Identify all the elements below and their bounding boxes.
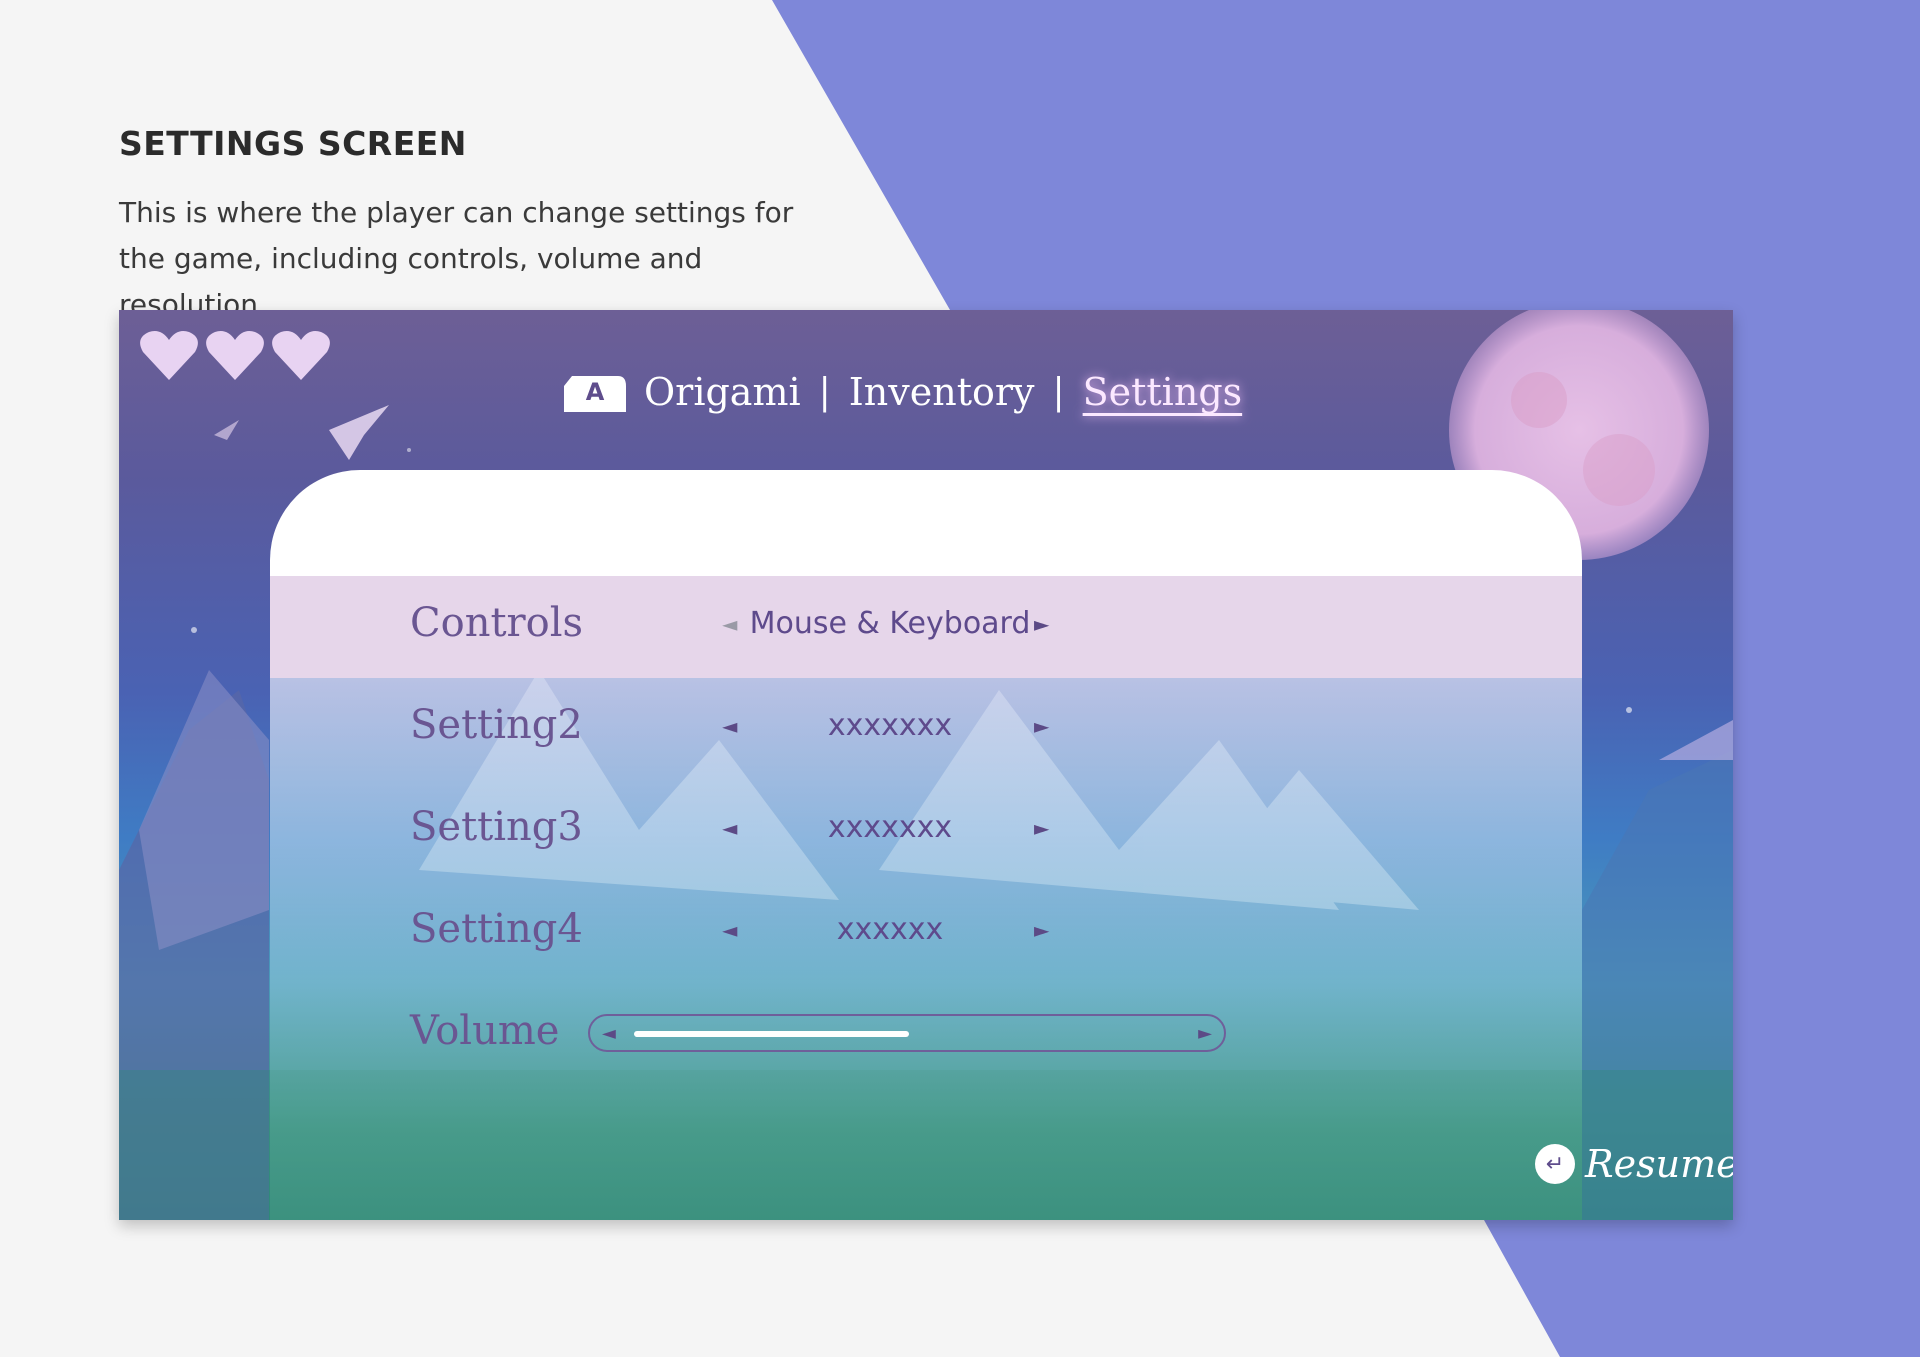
resume-label: Resume [1585, 1142, 1733, 1186]
setting-label: Setting3 [410, 804, 583, 850]
heart-icon [139, 328, 199, 382]
return-arrow-icon: ↵ [1535, 1144, 1575, 1184]
paper-crane [329, 405, 389, 460]
arrow-left-icon[interactable]: ◄ [722, 714, 737, 738]
arrow-right-icon[interactable]: ► [1034, 714, 1049, 738]
arrow-right-icon[interactable]: ► [1034, 612, 1049, 636]
arrow-left-icon[interactable]: ◄ [722, 918, 737, 942]
settings-panel: Controls ◄ Mouse & Keyboard ► Setting2 ◄… [270, 470, 1582, 1220]
resume-button[interactable]: ↵ Resume [1535, 1142, 1733, 1186]
setting-row-volume[interactable]: Volume ◄ ► [270, 984, 1582, 1086]
tab-settings[interactable]: Settings [1083, 370, 1243, 414]
setting-value: Mouse & Keyboard [749, 606, 1031, 641]
arrow-left-icon[interactable]: ◄ [722, 816, 737, 840]
setting-row-setting4[interactable]: Setting4 ◄ xxxxxx ► [270, 882, 1582, 984]
panel-header [270, 470, 1582, 576]
setting-value: xxxxxxx [827, 708, 953, 743]
arrow-left-icon[interactable]: ◄ [602, 1023, 616, 1044]
setting-label: Setting2 [410, 702, 583, 748]
setting-value: xxxxxxx [827, 810, 953, 845]
setting-label: Volume [410, 1008, 560, 1054]
game-screen: A Origami | Inventory | Settings Control… [119, 310, 1733, 1220]
page-title: SETTINGS SCREEN [119, 124, 467, 163]
a-button-badge: A [564, 372, 626, 412]
arrow-right-icon[interactable]: ► [1034, 918, 1049, 942]
setting-row-controls[interactable]: Controls ◄ Mouse & Keyboard ► [270, 576, 1582, 678]
heart-icon [205, 328, 265, 382]
arrow-right-icon[interactable]: ► [1034, 816, 1049, 840]
nav-separator: | [818, 371, 831, 413]
setting-label: Controls [410, 600, 584, 646]
setting-value: xxxxxx [836, 912, 944, 947]
volume-fill [634, 1031, 909, 1037]
tab-origami[interactable]: Origami [644, 370, 801, 414]
nav-separator: | [1052, 371, 1065, 413]
page-description: This is where the player can change sett… [119, 196, 794, 321]
panel-body: Controls ◄ Mouse & Keyboard ► Setting2 ◄… [270, 576, 1582, 1220]
setting-row-setting3[interactable]: Setting3 ◄ xxxxxxx ► [270, 780, 1582, 882]
heart-icon [271, 328, 331, 382]
arrow-left-icon[interactable]: ◄ [722, 612, 737, 636]
top-nav: A Origami | Inventory | Settings [564, 362, 1242, 422]
setting-row-setting2[interactable]: Setting2 ◄ xxxxxxx ► [270, 678, 1582, 780]
arrow-right-icon[interactable]: ► [1198, 1023, 1212, 1044]
setting-label: Setting4 [410, 906, 583, 952]
volume-slider[interactable]: ◄ ► [588, 1014, 1226, 1052]
tab-inventory[interactable]: Inventory [849, 370, 1035, 414]
